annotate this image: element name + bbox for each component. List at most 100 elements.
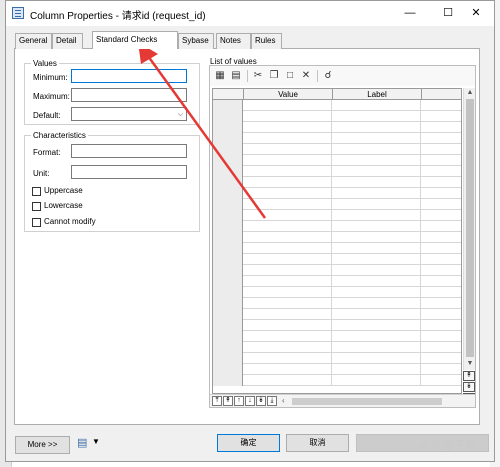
ok-button[interactable]: 确定 (217, 434, 280, 452)
table-row[interactable] (213, 177, 461, 188)
unit-input[interactable] (71, 165, 187, 179)
table-row[interactable] (213, 309, 461, 320)
add-row-icon[interactable]: ▦ (213, 69, 227, 82)
value-cell[interactable] (244, 166, 332, 177)
maximize-button[interactable]: ☐ (434, 4, 462, 22)
table-row[interactable] (213, 188, 461, 199)
horizontal-scrollbar[interactable]: ‹ (282, 396, 473, 406)
label-cell[interactable] (333, 254, 421, 265)
scroll-up-arrow-icon[interactable]: ▲ (464, 88, 476, 98)
move-up-icon[interactable]: ↑ (234, 396, 244, 406)
value-cell[interactable] (244, 254, 332, 265)
label-cell[interactable] (333, 309, 421, 320)
row-selector[interactable] (213, 276, 243, 287)
cannot-modify-checkbox-row[interactable]: Cannot modify (25, 217, 115, 228)
row-selector[interactable] (213, 243, 243, 254)
maximum-input[interactable] (71, 88, 187, 102)
cannot-modify-checkbox[interactable] (32, 218, 41, 227)
uppercase-checkbox-row[interactable]: Uppercase (25, 186, 115, 197)
row-selector[interactable] (213, 254, 243, 265)
row-selector[interactable] (213, 133, 243, 144)
label-cell[interactable] (333, 320, 421, 331)
value-cell[interactable] (244, 221, 332, 232)
label-cell[interactable] (333, 287, 421, 298)
value-cell[interactable] (244, 265, 332, 276)
more-button[interactable]: More >> (15, 436, 70, 454)
value-cell[interactable] (244, 320, 332, 331)
value-column-header[interactable]: Value (244, 89, 333, 100)
label-cell[interactable] (333, 364, 421, 375)
row-selector[interactable] (213, 155, 243, 166)
row-selector[interactable] (213, 100, 243, 111)
value-cell[interactable] (244, 232, 332, 243)
row-selector[interactable] (213, 287, 243, 298)
scroll-left-arrow-icon[interactable]: ‹ (282, 396, 285, 405)
value-cell[interactable] (244, 309, 332, 320)
table-row[interactable] (213, 265, 461, 276)
scroll-down-arrow-icon[interactable]: ▼ (464, 359, 476, 369)
label-cell[interactable] (333, 342, 421, 353)
minimum-input[interactable] (71, 69, 187, 83)
row-selector[interactable] (213, 342, 243, 353)
table-row[interactable] (213, 133, 461, 144)
label-cell[interactable] (333, 177, 421, 188)
value-cell[interactable] (244, 188, 332, 199)
value-cell[interactable] (244, 353, 332, 364)
table-row[interactable] (213, 100, 461, 111)
row-selector[interactable] (213, 177, 243, 188)
row-selector[interactable] (213, 199, 243, 210)
label-cell[interactable] (333, 144, 421, 155)
row-selector[interactable] (213, 353, 243, 364)
value-cell[interactable] (244, 331, 332, 342)
tab-sybase[interactable]: Sybase (178, 33, 214, 49)
row-selector[interactable] (213, 122, 243, 133)
label-cell[interactable] (333, 100, 421, 111)
label-cell[interactable] (333, 188, 421, 199)
table-row[interactable] (213, 232, 461, 243)
page-up-icon[interactable]: ↟ (463, 371, 475, 381)
row-selector[interactable] (213, 320, 243, 331)
delete-icon[interactable]: ✕ (299, 69, 313, 82)
row-selector[interactable] (213, 265, 243, 276)
value-cell[interactable] (244, 144, 332, 155)
label-column-header[interactable]: Label (333, 89, 422, 100)
table-row[interactable] (213, 320, 461, 331)
move-down-page-icon[interactable]: ↡ (256, 396, 266, 406)
table-row[interactable] (213, 144, 461, 155)
row-selector[interactable] (213, 375, 243, 386)
table-row[interactable] (213, 276, 461, 287)
find-icon[interactable]: ☌ (321, 69, 335, 82)
label-cell[interactable] (333, 221, 421, 232)
lowercase-checkbox[interactable] (32, 202, 41, 211)
row-selector[interactable] (213, 144, 243, 155)
row-selector[interactable] (213, 221, 243, 232)
copy-icon[interactable]: ❐ (267, 69, 281, 82)
tab-standard-checks[interactable]: Standard Checks (92, 31, 178, 49)
scroll-thumb[interactable] (466, 99, 474, 357)
table-row[interactable] (213, 364, 461, 375)
tab-notes[interactable]: Notes (216, 33, 251, 49)
label-cell[interactable] (333, 122, 421, 133)
insert-row-icon[interactable]: ▤ (229, 69, 243, 82)
model-dropdown-arrow-icon[interactable]: ▼ (92, 437, 100, 446)
page-down-icon[interactable]: ↡ (463, 382, 475, 392)
table-row[interactable] (213, 111, 461, 122)
uppercase-checkbox[interactable] (32, 187, 41, 196)
move-down-icon[interactable]: ↓ (245, 396, 255, 406)
values-grid[interactable]: Value Label (212, 88, 462, 394)
value-cell[interactable] (244, 111, 332, 122)
row-selector[interactable] (213, 210, 243, 221)
label-cell[interactable] (333, 331, 421, 342)
label-cell[interactable] (333, 353, 421, 364)
table-row[interactable] (213, 166, 461, 177)
value-cell[interactable] (244, 342, 332, 353)
value-cell[interactable] (244, 122, 332, 133)
value-cell[interactable] (244, 155, 332, 166)
row-selector[interactable] (213, 232, 243, 243)
row-selector[interactable] (213, 166, 243, 177)
move-bottom-icon[interactable]: ⤓ (267, 396, 277, 406)
horizontal-scroll-thumb[interactable] (292, 398, 442, 405)
value-cell[interactable] (244, 243, 332, 254)
row-selector[interactable] (213, 364, 243, 375)
table-row[interactable] (213, 353, 461, 364)
